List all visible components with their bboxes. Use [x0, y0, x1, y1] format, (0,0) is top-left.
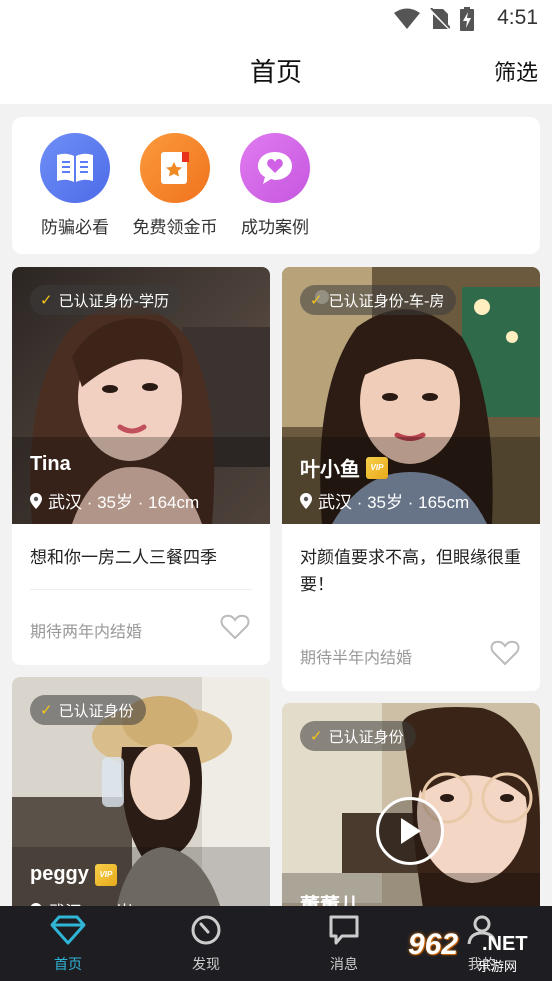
wifi-icon: [394, 8, 420, 29]
play-icon: [401, 818, 421, 844]
heart-outline-icon[interactable]: [490, 640, 520, 666]
book-icon: [40, 133, 110, 203]
profile-name: peggy VIP: [30, 863, 117, 886]
profile-card[interactable]: ✓ 已认证身份-车-房 叶小鱼 VIP 武汉 · 35岁 · 165cm 对颜值要求…: [282, 267, 540, 691]
quick-action-label: 成功案例: [241, 218, 309, 238]
quick-action-label: 防骗必看: [41, 218, 109, 238]
tab-messages[interactable]: 消息: [304, 914, 384, 974]
profile-card[interactable]: ✓ 已认证身份-学历 Tina 武汉 · 35岁 · 164cm 想和你一房二人三…: [12, 267, 270, 665]
vip-badge-icon: VIP: [94, 863, 117, 886]
quick-action-success-stories[interactable]: 成功案例: [220, 133, 330, 238]
gift-book-icon: [140, 133, 210, 203]
compass-icon: [191, 915, 221, 945]
watermark-number: 962: [408, 928, 459, 961]
profile-motto: 对颜值要求不高，但眼缘很重要！: [300, 548, 521, 595]
tab-discover[interactable]: 发现: [166, 914, 246, 974]
heart-outline-icon[interactable]: [220, 614, 250, 640]
verified-badge: ✓ 已认证身份-学历: [30, 285, 181, 315]
heart-chat-icon: [240, 133, 310, 203]
profile-info-text: 武汉 · 35岁 · 165cm: [318, 493, 470, 512]
profile-name: Tina: [30, 453, 71, 476]
watermark-suffix: .NET: [482, 933, 528, 955]
profile-card[interactable]: ✓已认证身份 董董儿: [282, 703, 540, 917]
verified-badge: ✓ 已认证身份-车-房: [300, 285, 457, 315]
battery-charging-icon: [460, 7, 474, 31]
filter-button[interactable]: 筛选: [494, 55, 538, 87]
marriage-expectation: 期待半年内结婚: [300, 648, 413, 667]
status-bar: 4:51: [0, 0, 552, 36]
profile-name-text: Tina: [30, 453, 71, 475]
quick-action-free-coins[interactable]: 免费领金币: [120, 133, 230, 238]
watermark-sub: 乐游网: [478, 960, 518, 975]
verified-badge-text: 已认证身份: [328, 727, 404, 746]
app-header: 首页 筛选: [0, 36, 552, 104]
profile-name-text: peggy: [30, 863, 89, 885]
tab-home[interactable]: 首页: [28, 914, 108, 974]
divider: [30, 589, 252, 590]
marriage-expectation: 期待两年内结婚: [30, 622, 143, 641]
profile-info: 武汉 · 35岁 · 165cm: [300, 488, 469, 513]
profile-motto: 想和你一房二人三餐四季: [30, 548, 217, 568]
profile-card[interactable]: ✓已认证身份 peggyVIP 武汉 · 34岁 · 165cm: [12, 677, 270, 917]
profile-name: 叶小鱼 VIP: [300, 453, 388, 482]
check-icon: ✓: [40, 291, 53, 309]
tab-label: 发现: [192, 957, 220, 973]
vip-badge-icon: VIP: [366, 456, 388, 479]
verified-badge: ✓ 已认证身份: [30, 695, 146, 725]
profile-name-text: 叶小鱼: [300, 459, 360, 481]
clock: 4:51: [497, 6, 538, 29]
verified-badge-text: 已认证身份-学历: [58, 291, 169, 310]
quick-actions-panel: 防骗必看 免费领金币 成功案例: [12, 117, 540, 254]
site-watermark-logo: 962 .NET 乐游网: [408, 928, 546, 976]
page-title: 首页: [249, 58, 302, 88]
location-pin-icon: [300, 492, 312, 509]
no-sim-icon: [430, 8, 450, 30]
tab-label: 首页: [54, 957, 82, 973]
play-video-button[interactable]: [376, 797, 444, 865]
check-icon: ✓: [40, 701, 53, 719]
verified-badge-text: 已认证身份-车-房: [328, 291, 445, 310]
verified-badge-text: 已认证身份: [58, 701, 134, 720]
check-icon: ✓: [310, 291, 323, 309]
quick-action-label: 免费领金币: [132, 218, 218, 238]
tab-label: 消息: [330, 957, 358, 973]
location-pin-icon: [30, 492, 42, 509]
profile-info-text: 武汉 · 35岁 · 164cm: [48, 493, 200, 512]
verified-badge: ✓ 已认证身份: [300, 721, 416, 751]
diamond-icon: [50, 915, 86, 945]
message-icon: [329, 915, 359, 945]
profile-info: 武汉 · 35岁 · 164cm: [30, 488, 199, 513]
quick-action-anti-fraud[interactable]: 防骗必看: [20, 133, 130, 238]
check-icon: ✓: [310, 727, 323, 745]
